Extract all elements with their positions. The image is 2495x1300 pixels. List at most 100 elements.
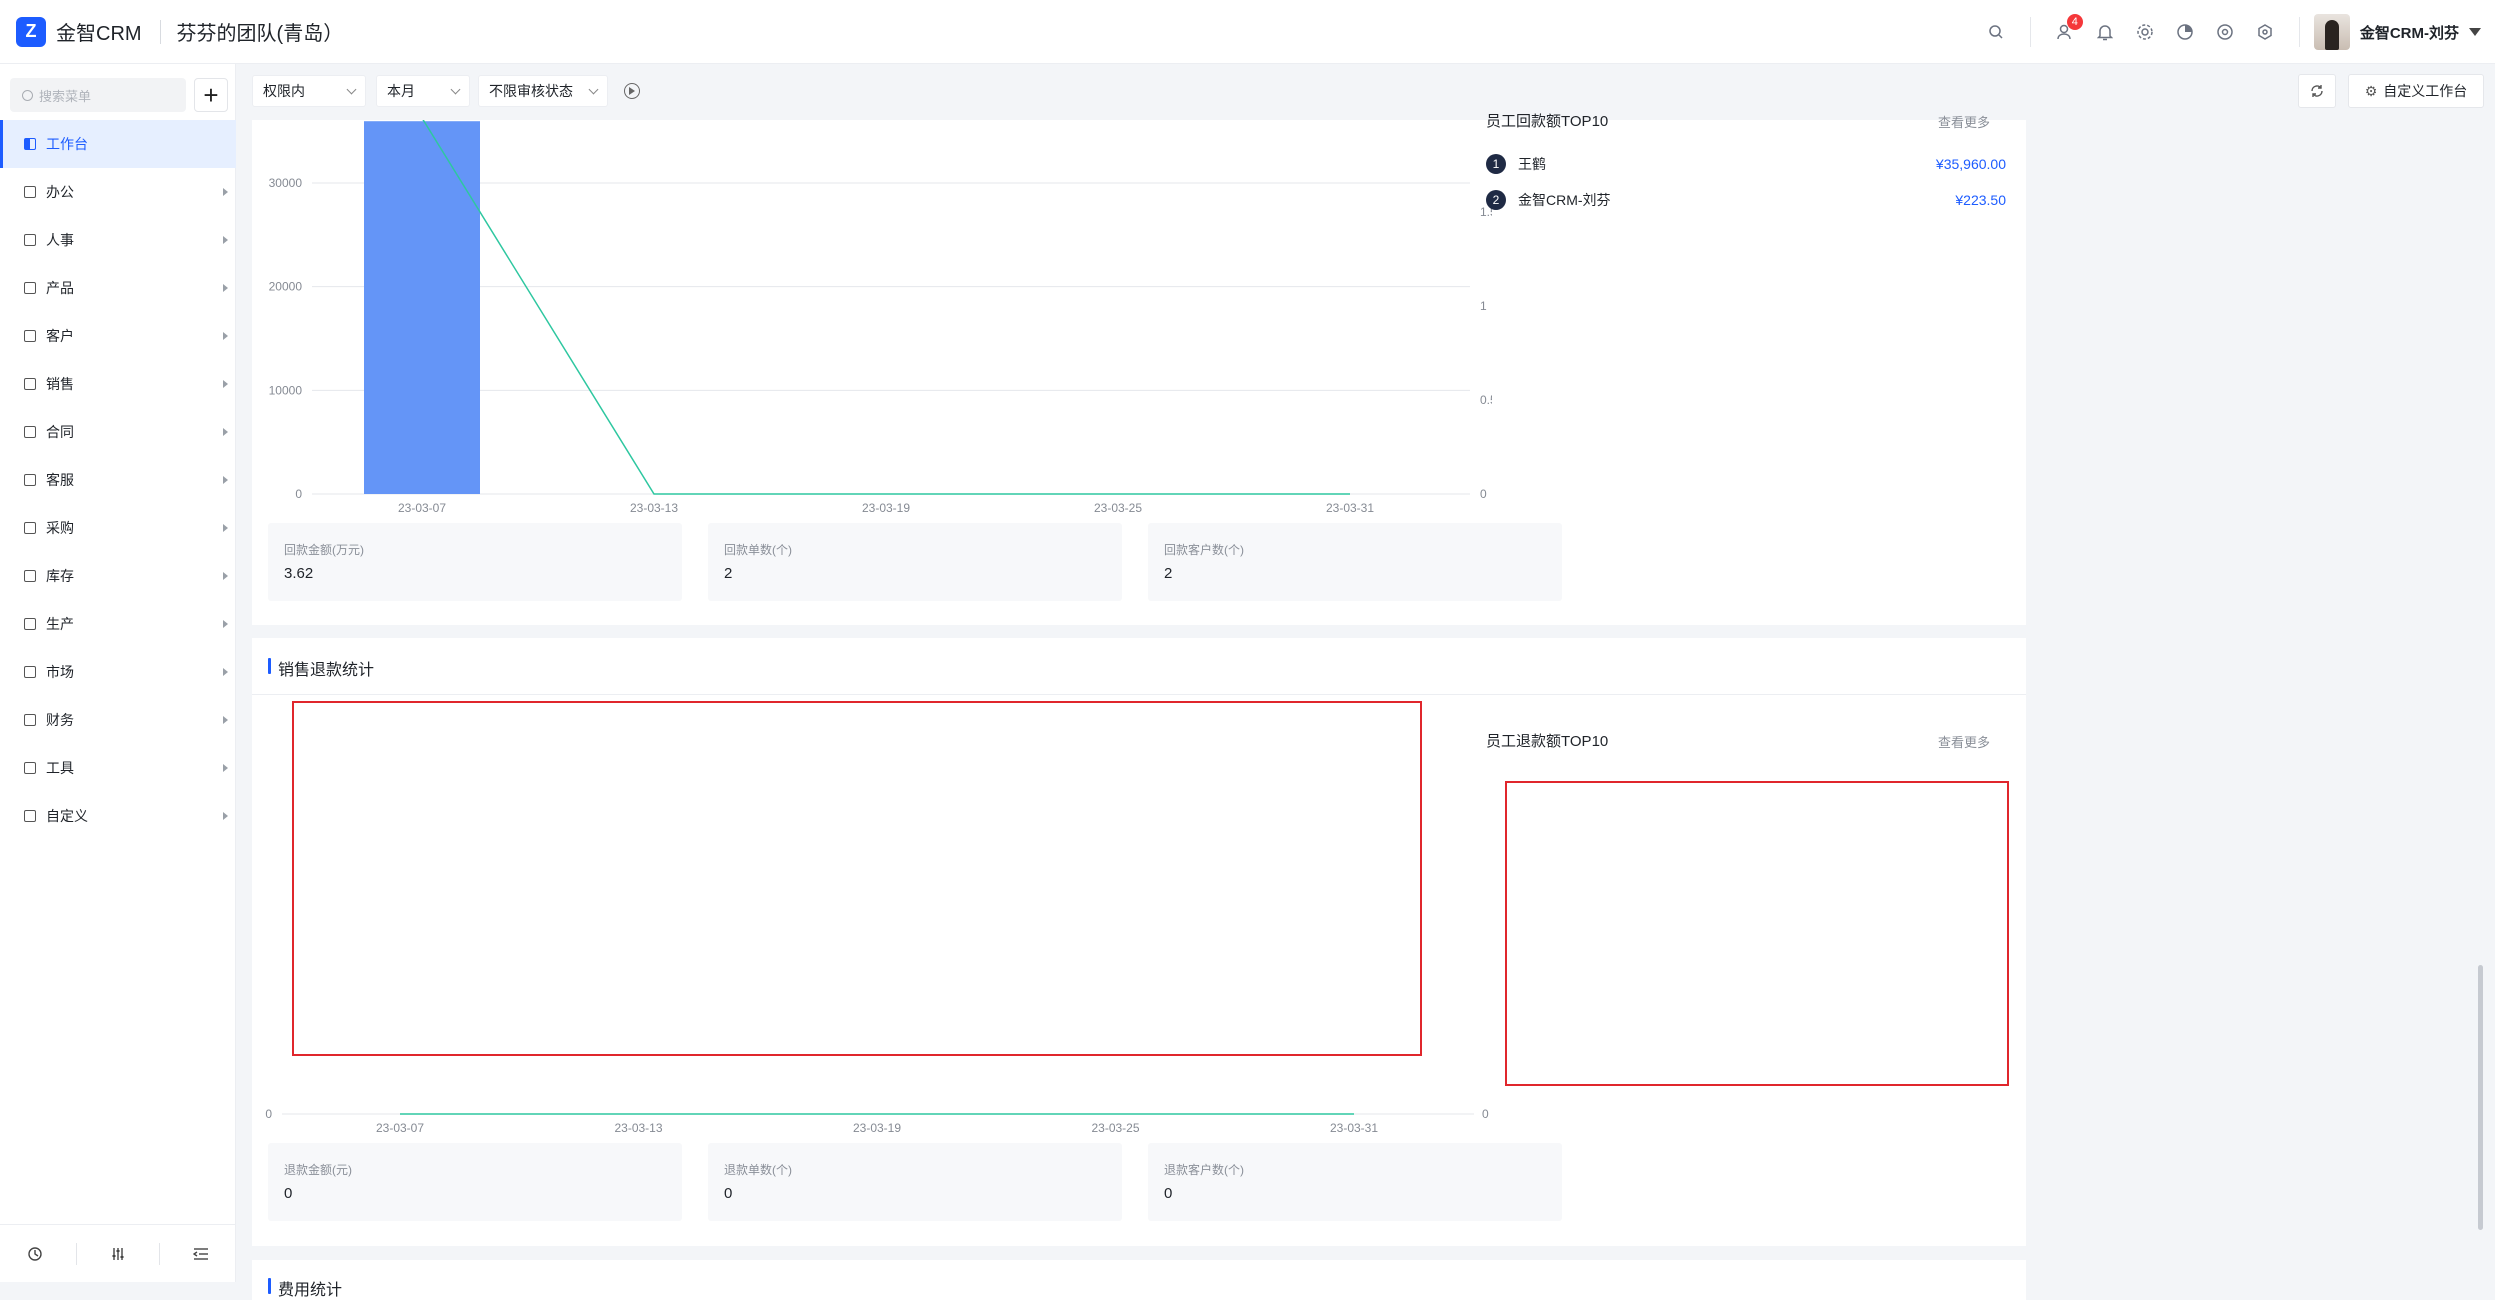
y-tick-label: 0 <box>265 1107 272 1121</box>
line-series <box>422 120 1350 495</box>
y2-tick-label: 1 <box>1480 299 1487 313</box>
stat-value: 0 <box>284 1185 293 1202</box>
x-tick-label: 23-03-19 <box>862 501 910 515</box>
payment-rank-title: 员工回款额TOP10 <box>1486 113 1609 130</box>
stat-label: 回款客户数(个) <box>1164 543 1244 557</box>
x-tick-label: 23-03-13 <box>614 1121 662 1135</box>
logo-text: 金智CRM <box>56 23 142 45</box>
divider <box>2298 17 2300 47</box>
menu-search-input[interactable]: 搜索菜单 <box>10 78 186 112</box>
sidebar-item-hr[interactable]: 人事 <box>0 216 236 264</box>
factory-icon <box>24 618 36 630</box>
rank-number: 2 <box>1486 190 1506 210</box>
payment-stats-card: 010000200003000000.511.523-03-0723-03-13… <box>252 113 2026 625</box>
sidebar-item-service[interactable]: 客服 <box>0 456 236 504</box>
stat-value: 0 <box>724 1185 733 1202</box>
y2-tick-label: 0.5 <box>1480 393 1492 407</box>
headset-icon <box>24 474 36 486</box>
sidebar-item-workbench[interactable]: 工作台 <box>0 120 236 168</box>
stat-card: 回款客户数(个) 2 <box>1148 523 1562 601</box>
collapse-menu-icon[interactable] <box>171 1234 231 1274</box>
hexagon-icon[interactable] <box>2245 12 2285 52</box>
audit-select-value: 不限审核状态 <box>489 83 573 99</box>
logo-icon: Z <box>16 16 46 47</box>
sidebar-item-custom[interactable]: 自定义 <box>0 792 236 840</box>
chevron-right-icon <box>223 716 228 724</box>
sidebar-item-contract[interactable]: 合同 <box>0 408 236 456</box>
sidebar-item-label: 产品 <box>46 280 74 296</box>
team-name[interactable]: 芬芬的团队(青岛） <box>177 17 344 46</box>
section-title: 费用统计 <box>268 1276 342 1300</box>
refresh-button[interactable] <box>2298 74 2336 108</box>
expense-stats-card: 费用统计 <box>252 1260 2026 1300</box>
rank-row[interactable]: 2 金智CRM-刘芬 ¥223.50 <box>1486 188 2006 212</box>
chevron-right-icon <box>223 812 228 820</box>
scope-select[interactable]: 权限内 <box>252 75 366 107</box>
stat-value: 2 <box>724 565 733 582</box>
audit-status-select[interactable]: 不限审核状态 <box>478 75 608 107</box>
refund-stats-card: 销售退款统计 0 0 23-03-07 23-03-13 23-03-19 23-03-2… <box>252 638 2026 1246</box>
stat-card: 退款客户数(个) 0 <box>1148 1143 1562 1221</box>
stat-card: 退款金额(元) 0 <box>268 1143 682 1221</box>
history-icon[interactable] <box>5 1234 65 1274</box>
sidebar-item-purchase[interactable]: 采购 <box>0 504 236 552</box>
contacts-icon[interactable]: 4 <box>2045 12 2085 52</box>
chevron-right-icon <box>223 668 228 676</box>
highlight-box <box>1505 781 2009 1086</box>
bell-icon[interactable] <box>2085 12 2125 52</box>
office-icon <box>24 186 36 198</box>
refresh-icon <box>2311 85 2323 97</box>
pie-chart-icon[interactable] <box>2165 12 2205 52</box>
sidebar-item-label: 办公 <box>46 184 74 200</box>
refund-rank-title: 员工退款额TOP10 <box>1486 733 1609 750</box>
sidebar-item-inventory[interactable]: 库存 <box>0 552 236 600</box>
add-button[interactable]: + <box>194 78 228 112</box>
sidebar-item-label: 财务 <box>46 712 74 728</box>
sidebar-item-tools[interactable]: 工具 <box>0 744 236 792</box>
chevron-right-icon <box>223 236 228 244</box>
play-icon[interactable] <box>624 83 640 99</box>
rank-amount: ¥35,960.00 <box>1935 156 2006 172</box>
bag-icon <box>24 522 36 534</box>
stat-card: 退款单数(个) 0 <box>708 1143 1122 1221</box>
notification-badge: 4 <box>2066 14 2083 30</box>
search-icon[interactable] <box>1976 12 2016 52</box>
y-tick-label: 20000 <box>269 280 303 294</box>
scope-select-value: 权限内 <box>263 83 305 99</box>
sidebar-item-sales[interactable]: 销售 <box>0 360 236 408</box>
gear-icon[interactable] <box>2125 12 2165 52</box>
rank-name: 金智CRM-刘芬 <box>1518 192 1611 208</box>
warehouse-icon <box>24 570 36 582</box>
sidebar-item-label: 采购 <box>46 520 74 536</box>
sidebar-item-customer[interactable]: 客户 <box>0 312 236 360</box>
people-icon <box>24 234 36 246</box>
app-logo[interactable]: Z 金智CRM <box>16 16 142 47</box>
payment-more-link[interactable]: 查看更多 <box>1938 112 1990 131</box>
sliders-icon[interactable] <box>88 1234 148 1274</box>
sidebar-item-finance[interactable]: 财务 <box>0 696 236 744</box>
custom-workbench-button[interactable]: ⚙ 自定义工作台 <box>2348 74 2484 108</box>
chrome-icon[interactable] <box>2205 12 2245 52</box>
user-menu[interactable]: 金智CRM-刘芬 <box>2313 14 2481 50</box>
sidebar-item-label: 客户 <box>46 328 74 344</box>
sidebar-item-market[interactable]: 市场 <box>0 648 236 696</box>
sidebar-item-production[interactable]: 生产 <box>0 600 236 648</box>
y2-tick-label: 0 <box>1482 1107 1489 1121</box>
chevron-down-icon <box>346 84 357 95</box>
sidebar-item-product[interactable]: 产品 <box>0 264 236 312</box>
y-tick-label: 0 <box>295 487 302 501</box>
chevron-down-icon <box>2469 28 2481 36</box>
chevron-down-icon <box>588 84 599 95</box>
sidebar-item-label: 合同 <box>46 424 74 440</box>
chevron-right-icon <box>223 188 228 196</box>
sidebar: 搜索菜单 + 工作台 办公 人事 产品 客户 销售 合同 客服 采购 库存 生产… <box>0 64 236 1282</box>
sidebar-item-office[interactable]: 办公 <box>0 168 236 216</box>
scrollbar[interactable] <box>2478 965 2483 1230</box>
refund-more-link[interactable]: 查看更多 <box>1938 732 1990 751</box>
period-select[interactable]: 本月 <box>376 75 470 107</box>
chevron-right-icon <box>223 620 228 628</box>
stat-label: 退款金额(元) <box>284 1163 352 1177</box>
grid-icon <box>24 810 36 822</box>
sales-icon <box>24 378 36 390</box>
rank-row[interactable]: 1 王鹤 ¥35,960.00 <box>1486 152 2006 176</box>
